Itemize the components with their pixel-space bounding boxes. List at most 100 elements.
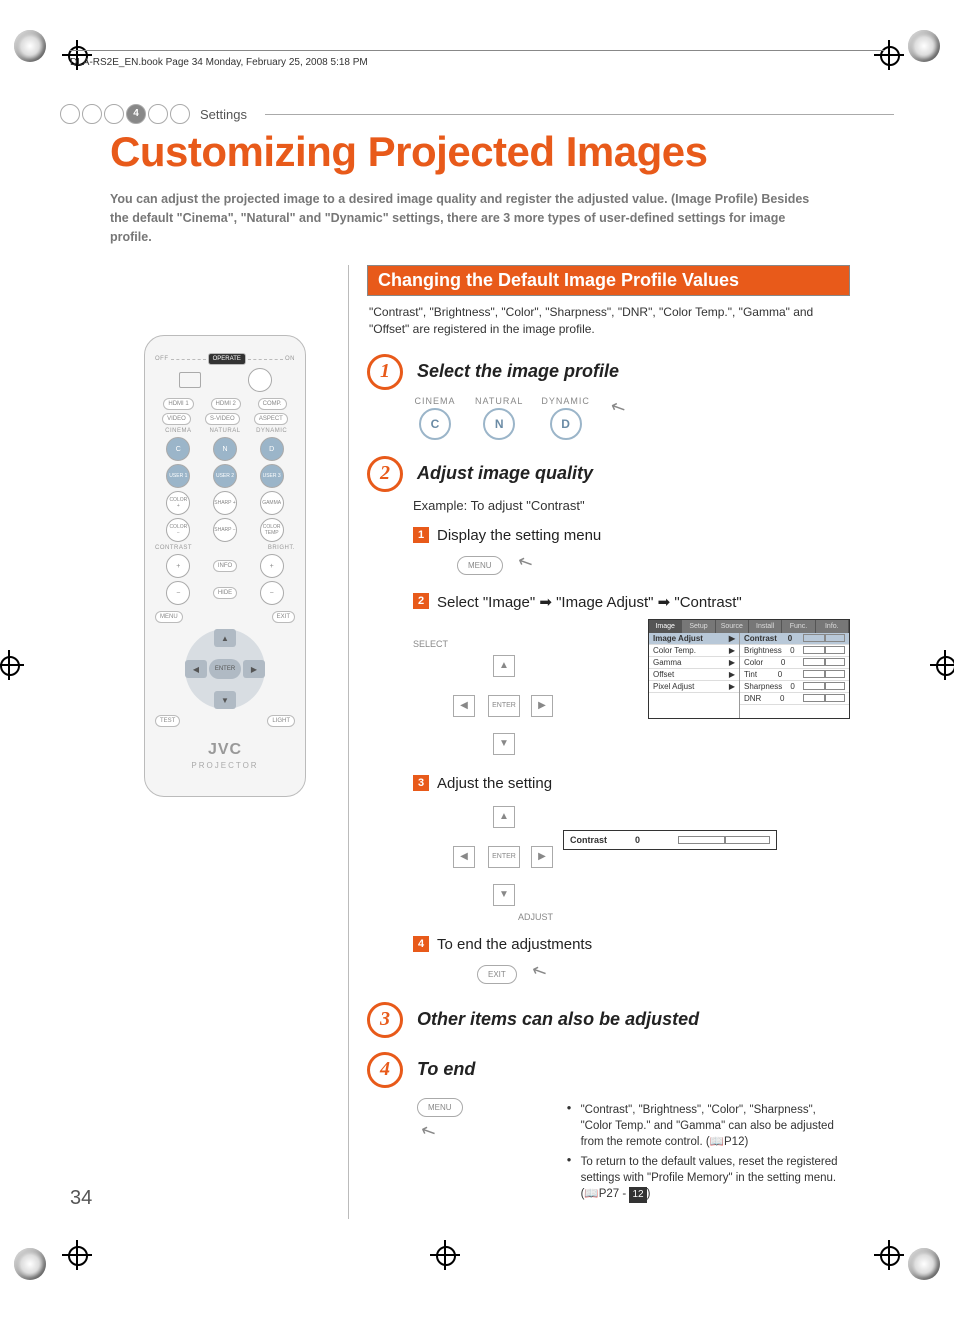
step-2-title: Adjust image quality [417,463,593,484]
remote-hide-button[interactable]: HIDE [213,587,237,599]
remote-contrast-plus-button[interactable]: + [166,554,190,578]
binder-hole-icon [14,1248,46,1280]
remote-control-illustration: OFF OPERATE ON HDMI 1 HDMI 2 COMP. [144,335,306,797]
remote-on-button[interactable] [248,368,272,392]
dpad-left-icon: ◀ [453,695,475,717]
contrast-label: Contrast [570,835,607,845]
step-1-badge: 1 [367,354,403,390]
chapter-dot [82,104,102,124]
binder-hole-icon [908,1248,940,1280]
remote-dynamic-button[interactable]: D [260,437,284,461]
cursor-icon: ↖ [514,549,537,574]
select-label: SELECT [413,639,553,649]
intro-text: You can adjust the projected image to a … [110,190,830,246]
note-item: "Contrast", "Brightness", "Color", "Shar… [567,1102,850,1150]
registration-mark-icon [62,1240,92,1270]
dynamic-button[interactable]: D [550,408,582,440]
contrast-adjust-bar: Contrast 0 [563,830,777,850]
dpad-up-icon: ▲ [493,806,515,828]
remote-gamma-button[interactable]: GAMMA [260,491,284,515]
remote-video-button[interactable]: VIDEO [162,413,191,425]
chapter-dot [148,104,168,124]
remote-bright-label: BRIGHT. [225,545,295,551]
registration-mark-icon [874,1240,904,1270]
substep-1-text: Display the setting menu [437,527,601,544]
remote-info-button[interactable]: INFO [213,560,237,572]
remote-exit-button[interactable]: EXIT [272,611,295,623]
remote-contrast-minus-button[interactable]: − [166,581,190,605]
remote-aspect-button[interactable]: ASPECT [254,413,288,425]
slider-icon [803,694,845,702]
dpad-down-icon: ▼ [493,884,515,906]
remote-dpad-down[interactable]: ▼ [214,691,236,709]
remote-color-plus-button[interactable]: COLOR + [166,491,190,515]
remote-brand: JVC [155,741,295,759]
menu-button-illustration: MENU [417,1098,463,1117]
remote-user3-button[interactable]: USER 3 [260,464,284,488]
step-4-badge: 4 [367,1052,403,1088]
slider-icon [803,670,845,678]
dpad-up-icon: ▲ [493,655,515,677]
remote-bright-plus-button[interactable]: + [260,554,284,578]
remote-enter-button[interactable]: ENTER [209,659,241,679]
registration-mark-icon [930,650,954,680]
adjust-label: ADJUST [413,912,553,922]
menu-button-illustration: MENU [457,556,503,575]
slider-icon [803,682,845,690]
remote-dpad-up[interactable]: ▲ [214,629,236,647]
dpad-enter-icon: ENTER [488,846,520,868]
remote-menu-button[interactable]: MENU [155,611,183,623]
dynamic-label: DYNAMIC [541,396,590,406]
registration-mark-icon [0,650,24,680]
natural-button[interactable]: N [483,408,515,440]
contrast-value: 0 [607,835,668,845]
menu-tab: Install [749,620,782,633]
remote-hdmi1-button[interactable]: HDMI 1 [163,398,193,410]
page-header: DLA-RS2E_EN.book Page 34 Monday, Februar… [70,50,884,68]
remote-bright-minus-button[interactable]: − [260,581,284,605]
substep-2-badge: 2 [413,593,429,609]
remote-color-minus-button[interactable]: COLOR − [166,518,190,542]
remote-sharp-minus-button[interactable]: SHARP − [213,518,237,542]
step-4-title: To end [417,1059,475,1080]
remote-comp-button[interactable]: COMP. [258,398,287,410]
remote-dynamic-label: DYNAMIC [248,428,295,434]
remote-user2-button[interactable]: USER 2 [213,464,237,488]
remote-user1-button[interactable]: USER 1 [166,464,190,488]
cursor-icon: ↖ [528,958,551,983]
remote-off-button[interactable] [179,372,201,388]
menu-tab: Info. [816,620,849,633]
cinema-button[interactable]: C [419,408,451,440]
remote-natural-label: NATURAL [202,428,249,434]
chapter-dot [104,104,124,124]
menu-screenshot: Image Setup Source Install Func. Info. I… [648,619,850,719]
cinema-label: CINEMA [413,396,457,406]
book-info: DLA-RS2E_EN.book Page 34 Monday, Februar… [70,57,368,68]
remote-dpad-left[interactable]: ◀ [185,660,207,678]
step-3-badge: 3 [367,1002,403,1038]
remote-hdmi2-button[interactable]: HDMI 2 [211,398,241,410]
slider-icon [803,658,845,666]
slider-icon [803,646,845,654]
remote-colortemp-button[interactable]: COLOR TEMP [260,518,284,542]
remote-sharp-plus-button[interactable]: SHARP + [213,491,237,515]
remote-dpad-right[interactable]: ▶ [243,660,265,678]
remote-test-button[interactable]: TEST [155,715,180,727]
page-number: 34 [70,1187,92,1210]
step-1-title: Select the image profile [417,361,619,382]
remote-svideo-button[interactable]: S-VIDEO [205,413,240,425]
remote-light-button[interactable]: LIGHT [267,715,295,727]
menu-tab: Func. [782,620,815,633]
step-2-badge: 2 [367,456,403,492]
slider-icon [803,634,845,642]
exit-button-illustration: EXIT [477,965,517,984]
menu-item: Offset [653,670,674,679]
menu-item: Pixel Adjust [653,682,694,691]
chapter-dot-active: 4 [126,104,146,124]
substep-3-badge: 3 [413,775,429,791]
dpad-right-icon: ▶ [531,695,553,717]
remote-cinema-button[interactable]: C [166,437,190,461]
remote-natural-button[interactable]: N [213,437,237,461]
chapter-dot [170,104,190,124]
menu-item: Color [744,658,763,667]
